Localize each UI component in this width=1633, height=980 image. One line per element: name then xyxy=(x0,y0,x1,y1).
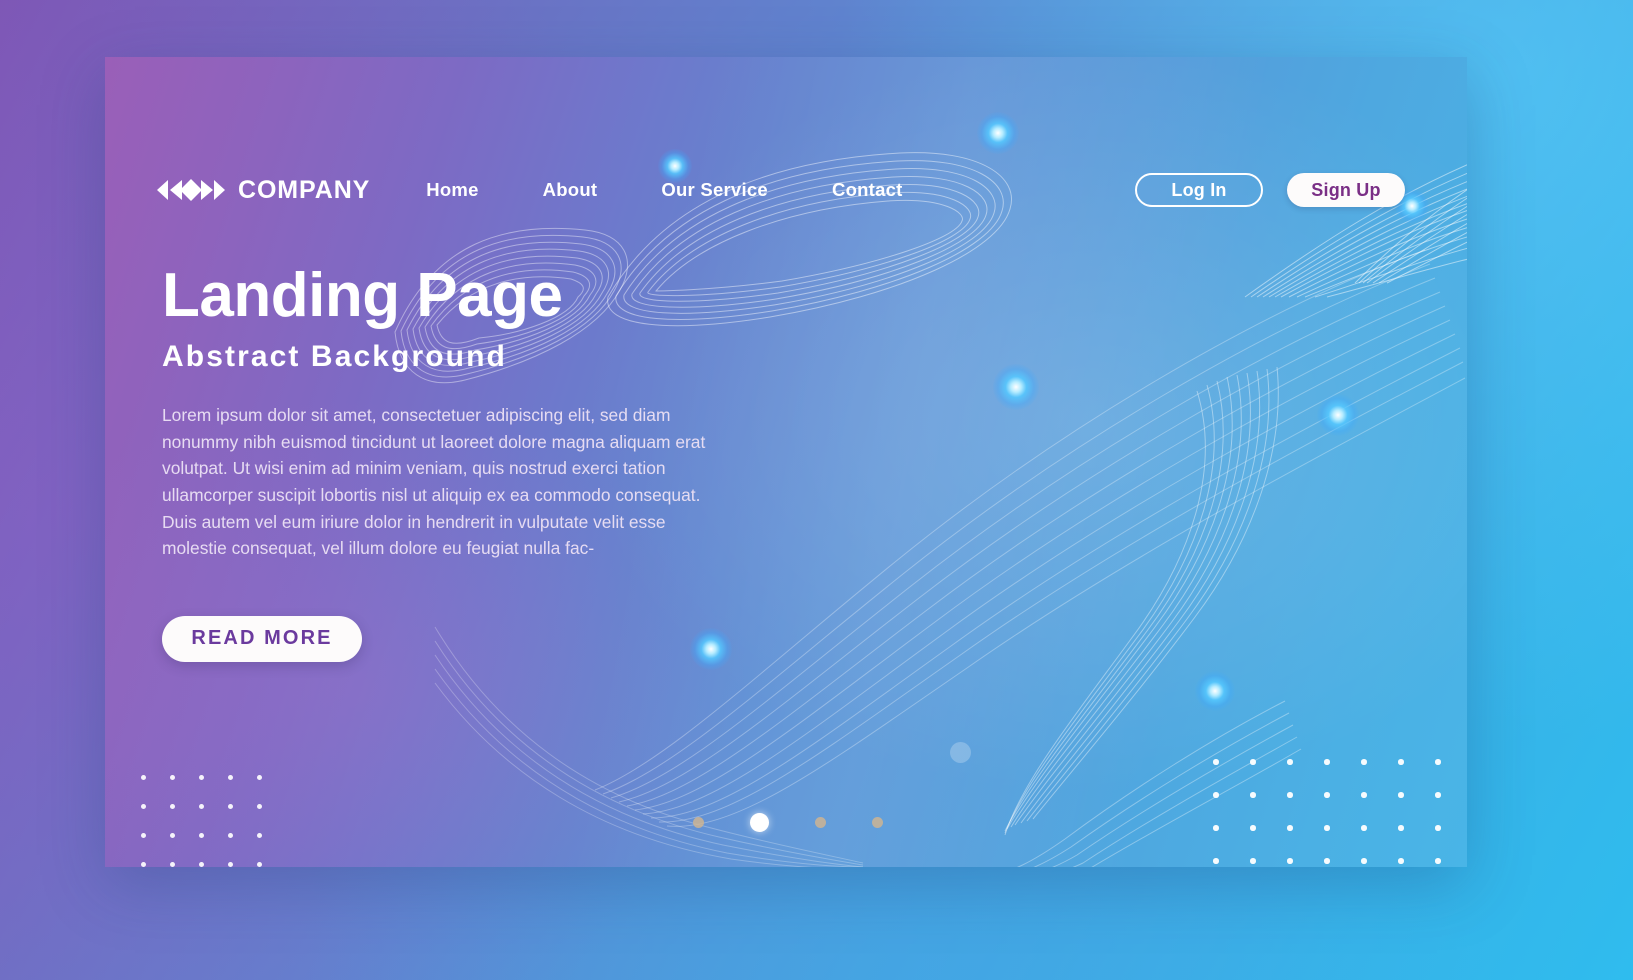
grid-dot xyxy=(1435,858,1441,864)
grid-dot xyxy=(170,775,175,780)
grid-dot xyxy=(1324,759,1330,765)
grid-dot xyxy=(1398,858,1404,864)
grid-dot xyxy=(257,804,262,809)
nav-link-contact[interactable]: Contact xyxy=(832,173,903,207)
nav-links: Home About Our Service Contact xyxy=(426,173,902,207)
grid-dot xyxy=(1435,825,1441,831)
grid-dot xyxy=(199,833,204,838)
nav-link-home[interactable]: Home xyxy=(426,173,478,207)
carousel-dot-2[interactable] xyxy=(750,813,769,832)
grid-dot xyxy=(1213,792,1219,798)
grid-dot xyxy=(1361,858,1367,864)
nav-actions: Log In Sign Up xyxy=(1135,173,1405,207)
grid-dot xyxy=(1324,792,1330,798)
main-navbar: COMPANY Home About Our Service Contact L… xyxy=(105,167,1467,213)
grid-dot xyxy=(1361,792,1367,798)
grid-dot xyxy=(199,862,204,867)
grid-dot xyxy=(1287,759,1293,765)
grid-dot xyxy=(1213,825,1219,831)
grid-dot xyxy=(1287,825,1293,831)
nav-link-our-service[interactable]: Our Service xyxy=(661,173,768,207)
carousel-dot-3[interactable] xyxy=(815,817,826,828)
grid-dot xyxy=(141,804,146,809)
grid-dot xyxy=(228,833,233,838)
chevron-diamond-logo-icon xyxy=(157,178,225,202)
grid-dot xyxy=(1435,792,1441,798)
grid-dot xyxy=(1250,759,1256,765)
grid-dot xyxy=(170,833,175,838)
grid-dot xyxy=(1213,759,1219,765)
grid-dot xyxy=(1250,825,1256,831)
grid-dot xyxy=(228,775,233,780)
read-more-button[interactable]: READ MORE xyxy=(162,615,362,662)
grid-dot xyxy=(1287,858,1293,864)
dot-grid-decoration-right xyxy=(1213,759,1467,867)
grid-dot xyxy=(1324,825,1330,831)
grid-dot xyxy=(1287,792,1293,798)
grid-dot xyxy=(257,862,262,867)
grid-dot xyxy=(257,833,262,838)
grid-dot xyxy=(1398,792,1404,798)
grid-dot xyxy=(1398,825,1404,831)
grid-dot xyxy=(1250,792,1256,798)
brand-name: COMPANY xyxy=(238,175,371,204)
grid-dot xyxy=(228,862,233,867)
grid-dot xyxy=(1324,858,1330,864)
login-button[interactable]: Log In xyxy=(1135,173,1263,207)
hero-content: Landing Page Abstract Background Lorem i… xyxy=(162,264,762,662)
grid-dot xyxy=(1361,825,1367,831)
glow-flare-mid-right xyxy=(1317,394,1359,436)
hero-card: COMPANY Home About Our Service Contact L… xyxy=(105,57,1467,867)
glow-flare-mid-left xyxy=(993,364,1039,410)
carousel-dot-4[interactable] xyxy=(872,817,883,828)
nav-link-about[interactable]: About xyxy=(543,173,598,207)
grid-dot xyxy=(199,775,204,780)
grid-dot xyxy=(228,804,233,809)
grid-dot xyxy=(257,775,262,780)
carousel-dots xyxy=(693,813,883,832)
grid-dot xyxy=(1435,759,1441,765)
grid-dot xyxy=(141,862,146,867)
glow-flare-top-center xyxy=(977,112,1019,154)
glow-flare-lower-right xyxy=(1195,671,1235,711)
hero-paragraph: Lorem ipsum dolor sit amet, consectetuer… xyxy=(162,405,706,559)
carousel-dot-1[interactable] xyxy=(693,817,704,828)
grid-dot xyxy=(170,804,175,809)
ghost-circle-accent xyxy=(950,742,971,763)
grid-dot xyxy=(199,804,204,809)
page-title: Landing Page xyxy=(162,261,563,330)
page-subtitle: Abstract Background xyxy=(162,340,507,374)
grid-dot xyxy=(1213,858,1219,864)
brand-logo[interactable]: COMPANY xyxy=(157,176,370,205)
grid-dot xyxy=(170,862,175,867)
grid-dot xyxy=(141,775,146,780)
grid-dot xyxy=(141,833,146,838)
dot-grid-decoration-left xyxy=(141,775,286,867)
grid-dot xyxy=(1250,858,1256,864)
signup-button[interactable]: Sign Up xyxy=(1287,173,1405,207)
grid-dot xyxy=(1361,759,1367,765)
grid-dot xyxy=(1398,759,1404,765)
